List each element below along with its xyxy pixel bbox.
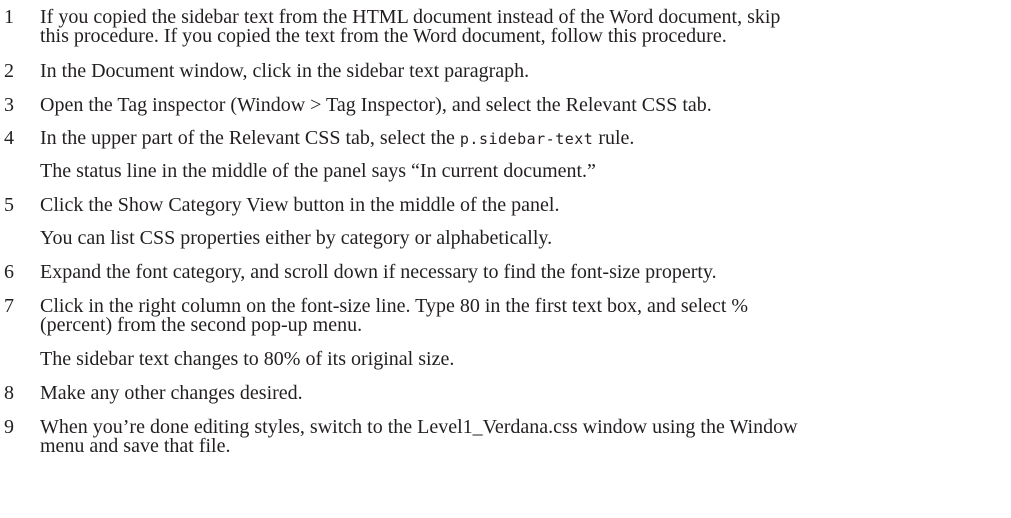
step-text: Make any other changes desired. [40, 382, 303, 404]
step-number: 8 [4, 382, 14, 404]
css-rule-code: p.sidebar-text [459, 130, 594, 148]
step-text-line: this procedure. If you copied the text f… [40, 25, 727, 47]
step-text: If you copied the sidebar text from the … [40, 7, 990, 47]
step-text: Click in the right column on the font-si… [40, 296, 990, 336]
step-text: In the Document window, click in the sid… [40, 60, 530, 82]
step-text-line: (percent) from the second pop-up menu. [40, 314, 363, 336]
step-5-note: You can list CSS properties either by ca… [40, 227, 553, 249]
step-number: 5 [4, 194, 14, 216]
step-number: 3 [4, 94, 14, 116]
step-number: 2 [4, 60, 14, 82]
step-number: 9 [4, 416, 14, 438]
step-text: Click the Show Category View button in t… [40, 194, 560, 216]
step-text: In the upper part of the Relevant CSS ta… [40, 127, 990, 149]
step-text: Expand the font category, and scroll dow… [40, 261, 717, 283]
step-4-note: The status line in the middle of the pan… [40, 160, 596, 182]
step-number: 6 [4, 261, 14, 283]
step-number: 7 [4, 295, 14, 317]
step-text: When you’re done editing styles, switch … [40, 417, 990, 457]
step-7-note: The sidebar text changes to 80% of its o… [40, 348, 455, 370]
step-text-after: rule. [593, 127, 635, 149]
step-text-before: In the upper part of the Relevant CSS ta… [40, 127, 460, 149]
step-number: 4 [4, 127, 14, 149]
instructions-document: 1 If you copied the sidebar text from th… [0, 0, 1011, 518]
step-text: Open the Tag inspector (Window > Tag Ins… [40, 94, 712, 116]
step-text-line: menu and save that file. [40, 435, 231, 457]
step-number: 1 [4, 6, 14, 28]
